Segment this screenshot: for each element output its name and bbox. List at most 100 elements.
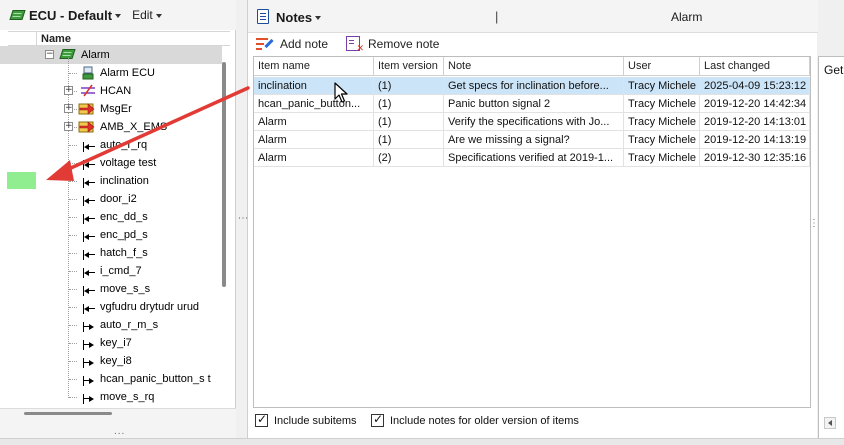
tree-item[interactable]: hatch_f_s — [0, 244, 222, 262]
include-subitems-checkbox[interactable]: Include subitems — [255, 412, 357, 427]
column-header[interactable]: Note — [444, 57, 624, 76]
tree-item[interactable]: enc_dd_s — [0, 208, 222, 226]
add-note-button[interactable]: Add note — [256, 36, 328, 52]
signal-in-icon — [79, 302, 95, 316]
tree-guide-line — [69, 235, 77, 236]
tree-item-label: AMB_X_EMS — [100, 121, 168, 133]
mouse-pointer-icon — [334, 82, 348, 103]
tree-item-label: move_s_s — [100, 283, 151, 295]
table-row[interactable]: Alarm (2) Specifications verified at 2019-… — [254, 149, 810, 167]
tree-item[interactable]: hcan_panic_button_s t — [0, 370, 222, 388]
cell-item-name: inclination — [254, 77, 374, 95]
tree-item-label: hcan_panic_button_s t — [100, 373, 211, 385]
tree-horizontal-scrollbar[interactable] — [24, 412, 112, 415]
tree-item-label: move_s_rq — [100, 391, 155, 403]
tree-item[interactable]: + HCAN — [0, 82, 222, 100]
tree-item[interactable]: auto_r_rq — [0, 136, 222, 154]
cell-item-name: Alarm — [254, 113, 374, 131]
column-header[interactable]: Last changed — [700, 57, 810, 76]
column-header[interactable]: Item version — [374, 57, 444, 76]
chevron-down-icon — [155, 13, 162, 18]
signal-in-icon — [79, 284, 95, 298]
chevron-down-icon — [115, 13, 122, 18]
column-header[interactable]: User — [624, 57, 700, 76]
tree-item[interactable]: auto_r_m_s — [0, 316, 222, 334]
tree-item[interactable]: move_s_rq — [0, 388, 222, 406]
ecu-title: ECU - Default — [29, 7, 113, 23]
expand-icon[interactable]: + — [64, 122, 73, 131]
tree-item-label: voltage test — [100, 157, 157, 169]
cell-note: Panic button signal 2 — [444, 95, 624, 113]
expand-icon[interactable]: + — [64, 104, 73, 113]
tree-item[interactable]: i_cmd_7 — [0, 262, 222, 280]
signal-in-icon — [79, 248, 95, 262]
tree-item[interactable]: move_s_s — [0, 280, 222, 298]
collapse-icon[interactable]: − — [45, 50, 54, 59]
signal-in-icon — [79, 212, 95, 226]
signal-in-icon — [79, 266, 95, 280]
tree-item[interactable]: key_i8 — [0, 352, 222, 370]
message-icon — [78, 101, 95, 115]
notes-title-label: Notes — [276, 10, 313, 25]
scroll-left-button[interactable] — [824, 417, 836, 429]
tree-guide-line — [69, 145, 77, 146]
ecu-selector-dropdown[interactable]: ECU - Default — [29, 7, 122, 23]
remove-note-icon — [346, 36, 364, 54]
signal-in-icon — [79, 140, 95, 154]
tree-guide-line — [69, 199, 77, 200]
ecu-tree: − Alarm Alarm ECU + HCAN + MsgEr + AMB_X_EMS auto… — [0, 46, 222, 406]
cell-user: Tracy Michele — [624, 131, 700, 149]
tree-item[interactable]: voltage test — [0, 154, 222, 172]
include-older-versions-checkbox[interactable]: Include notes for older version of items — [371, 412, 579, 427]
tree-guide-line — [69, 253, 77, 254]
cell-last-changed: 2019-12-30 12:35:16 — [700, 149, 810, 167]
ecu-toolbar: ECU - Default Edit — [0, 0, 236, 30]
notes-table: Item name Item version Note User Last change… — [253, 56, 811, 408]
signal-in-icon — [79, 158, 95, 172]
can-bus-icon — [80, 84, 96, 98]
add-note-label: Add note — [280, 37, 329, 51]
cell-user: Tracy Michele — [624, 149, 700, 167]
notes-menu[interactable]: Notes — [276, 10, 322, 25]
edit-menu[interactable]: Edit — [132, 8, 162, 22]
remove-note-button[interactable]: Remove note — [346, 36, 439, 54]
tree-item-label: enc_pd_s — [100, 229, 148, 241]
ecu-chip-icon — [59, 48, 76, 62]
tree-guide-line — [69, 271, 77, 272]
table-row[interactable]: Alarm (1) Are we missing a signal? Tracy Mi… — [254, 131, 810, 149]
tree-item[interactable]: + MsgEr — [0, 100, 222, 118]
tree-item[interactable]: door_i2 — [0, 190, 222, 208]
cell-item-name: hcan_panic_button... — [254, 95, 374, 113]
splitter-grip-icon: ⋮ — [237, 213, 248, 223]
tree-item-label: i_cmd_7 — [100, 265, 142, 277]
tree-item[interactable]: key_i7 — [0, 334, 222, 352]
table-row[interactable]: Alarm (1) Verify the specifications with J… — [254, 113, 810, 131]
cell-last-changed: 2019-12-20 14:42:34 — [700, 95, 810, 113]
tree-vertical-scrollbar[interactable] — [222, 62, 226, 287]
tree-guide-line — [69, 397, 77, 398]
column-header[interactable]: Item name — [254, 57, 374, 76]
cell-note: Verify the specifications with Jo... — [444, 113, 624, 131]
tree-item[interactable]: enc_pd_s — [0, 226, 222, 244]
tree-item[interactable]: + AMB_X_EMS — [0, 118, 222, 136]
highlight-swatch — [7, 172, 36, 189]
tree-item[interactable]: Alarm ECU — [0, 64, 222, 82]
panel-splitter[interactable]: ⋮ — [237, 0, 248, 438]
tree-item-alarm[interactable]: − Alarm — [0, 46, 222, 64]
tree-item-label: Alarm — [81, 49, 110, 61]
tree-item[interactable]: vgfudru drytudr urud — [0, 298, 222, 316]
signal-out-icon — [79, 374, 95, 388]
tree-column-header[interactable]: Name — [8, 31, 230, 46]
tree-item-label: vgfudru drytudr urud — [100, 301, 200, 313]
tree-item-label: auto_r_m_s — [100, 319, 159, 331]
expand-icon[interactable]: + — [64, 86, 73, 95]
cell-item-name: Alarm — [254, 131, 374, 149]
tree-item-label: enc_dd_s — [100, 211, 148, 223]
cell-user: Tracy Michele — [624, 113, 700, 131]
tree-item-label: key_i8 — [100, 355, 132, 367]
tree-guide-line — [69, 217, 77, 218]
resize-grip[interactable]: ... — [114, 426, 125, 437]
tree-item-label: auto_r_rq — [100, 139, 148, 151]
signal-out-icon — [79, 392, 95, 406]
ecu-tree-panel: ECU - Default Edit Name − Alarm Alarm ECU +… — [0, 0, 236, 438]
